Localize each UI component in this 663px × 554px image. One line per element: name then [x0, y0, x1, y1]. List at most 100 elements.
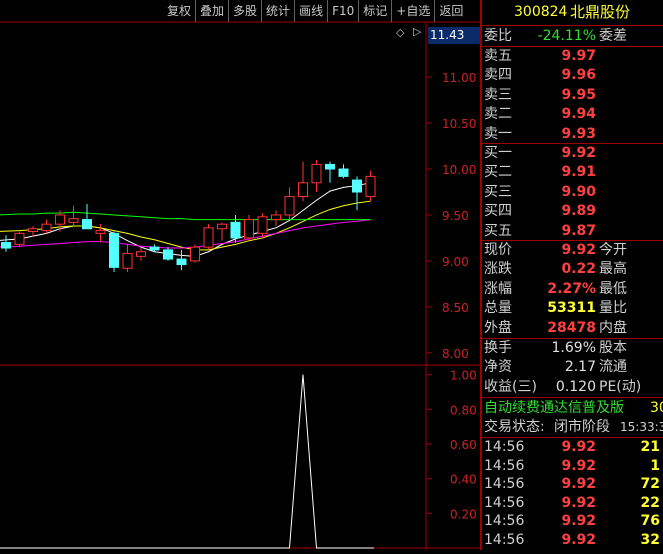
- info-row: 换手 1.69% 股本: [482, 339, 663, 358]
- book-row[interactable]: 卖四 9.96: [482, 66, 663, 85]
- info-label-2: 股本: [599, 340, 627, 356]
- candle-body: [109, 232, 119, 268]
- toolbar-button-7[interactable]: +自选: [392, 0, 436, 22]
- toolbar-button-3[interactable]: 统计: [262, 0, 296, 22]
- book-label: 卖三: [484, 86, 512, 103]
- ticker-number: 30: [650, 400, 663, 416]
- trade-status-time: 15:33:3: [620, 420, 663, 434]
- book-row[interactable]: 买二 9.91: [482, 163, 663, 182]
- tick-price: 9.92: [561, 513, 596, 529]
- weibi-value: -24.11%: [537, 28, 596, 44]
- stat-row: 涨幅 2.27% 最低: [482, 280, 663, 299]
- tick-volume: 1: [650, 457, 660, 474]
- weicha-label: 委差: [599, 28, 627, 44]
- book-row[interactable]: 卖三 9.95: [482, 86, 663, 105]
- candle-body: [41, 223, 52, 232]
- current-price-tag: 11.43: [428, 27, 480, 44]
- book-price: 9.92: [561, 145, 596, 161]
- info-row: 净资 2.17 流通: [482, 358, 663, 377]
- candle-body: [28, 228, 38, 233]
- toolbar-button-8[interactable]: 返回: [435, 0, 467, 22]
- tick-row[interactable]: 14:56 9.92 32: [482, 531, 663, 550]
- stock-header: 300824 北鼎股份: [482, 3, 663, 23]
- candle-body: [149, 246, 160, 251]
- info-value: 1.69%: [551, 340, 596, 356]
- diamond-icon[interactable]: ◇: [396, 26, 404, 39]
- stat-value: 9.92: [561, 242, 596, 258]
- book-price: 9.93: [561, 125, 596, 142]
- info-label-2: PE(动): [599, 378, 642, 395]
- tick-row[interactable]: 14:56 9.92 1: [482, 457, 663, 476]
- book-row[interactable]: 买五 9.87: [482, 222, 663, 241]
- chevron-right-icon[interactable]: ▷: [413, 25, 421, 38]
- stat-label-2: 最高: [599, 261, 627, 278]
- stat-label-2: 今开: [599, 242, 627, 258]
- kline-chart[interactable]: 11.00 10.50 10.00 9.50 9.00 8.50 8.00 1.00 0.80 0…: [0, 0, 480, 550]
- toolbar-button-4[interactable]: 画线: [295, 0, 329, 22]
- price-tick-label: 9.50: [442, 209, 469, 223]
- candle-body: [352, 179, 362, 193]
- tick-row[interactable]: 14:56 9.92 22: [482, 494, 663, 513]
- toolbar-button-0[interactable]: 复权: [163, 0, 197, 22]
- info-row: 收益(三) 0.120 PE(动): [482, 378, 663, 397]
- book-label: 卖二: [484, 106, 512, 123]
- tick-row[interactable]: 14:56 9.92 72: [482, 475, 663, 494]
- stock-code: 300824: [514, 4, 568, 20]
- stat-label: 涨幅: [484, 280, 512, 297]
- tick-price: 9.92: [561, 494, 596, 511]
- book-row[interactable]: 卖五 9.97: [482, 47, 663, 66]
- stat-label: 涨跌: [484, 261, 512, 278]
- book-price: 9.96: [561, 67, 596, 84]
- candle-body: [55, 214, 65, 225]
- stat-label-2: 最低: [599, 280, 627, 297]
- stat-row: 总量 53311 量比: [482, 299, 663, 318]
- tick-time: 14:56: [484, 531, 525, 548]
- book-row[interactable]: 买一 9.92: [482, 144, 663, 163]
- tick-time: 14:56: [484, 457, 525, 474]
- book-price: 9.89: [561, 203, 596, 220]
- stat-label-2: 内盘: [599, 319, 627, 336]
- toolbar-button-6[interactable]: 标记: [359, 0, 393, 22]
- stat-row: 现价 9.92 今开: [482, 241, 663, 260]
- book-row[interactable]: 买三 9.90: [482, 183, 663, 202]
- info-value: 0.120: [555, 378, 596, 395]
- toolbar-button-1[interactable]: 叠加: [196, 0, 230, 22]
- tick-volume: 21: [640, 439, 660, 455]
- candle-body: [1, 242, 11, 249]
- toolbar-button-2[interactable]: 多股: [229, 0, 263, 22]
- candle-body: [311, 163, 322, 184]
- book-price: 9.97: [561, 48, 596, 64]
- tick-row[interactable]: 14:56 9.92 76: [482, 512, 663, 531]
- price-tick-label: 11.00: [442, 71, 476, 85]
- price-tick-label: 9.00: [442, 255, 469, 269]
- candle-body: [122, 253, 133, 269]
- trade-status-value: 闭市阶段: [554, 419, 610, 435]
- book-label: 买五: [484, 222, 512, 239]
- candle-body: [257, 216, 268, 234]
- candle-body: [136, 251, 146, 257]
- info-value: 2.17: [564, 359, 596, 376]
- book-row[interactable]: 卖一 9.93: [482, 125, 663, 144]
- weibi-label: 委比: [484, 28, 512, 44]
- chart-canvas[interactable]: 11.00 10.50 10.00 9.50 9.00 8.50 8.00 1.00 0.80 0…: [0, 0, 480, 550]
- candle-body: [271, 214, 281, 221]
- tick-row[interactable]: 14:56 9.92 21: [482, 438, 663, 457]
- candle-body: [190, 246, 200, 262]
- book-label: 卖四: [484, 67, 512, 84]
- book-label: 卖一: [484, 125, 512, 142]
- book-label: 买一: [484, 145, 512, 161]
- toolbar-button-5[interactable]: F10: [328, 0, 360, 22]
- candle-body: [176, 258, 187, 266]
- book-price: 9.87: [561, 222, 596, 239]
- book-row[interactable]: 卖二 9.94: [482, 105, 663, 124]
- price-tick-label: 10.00: [442, 163, 476, 177]
- indicator-tick-label: 0.60: [450, 438, 477, 452]
- book-price: 9.94: [561, 106, 596, 123]
- ticker-row[interactable]: 自动续费通达信普及版 30: [482, 399, 663, 418]
- book-price: 9.95: [561, 86, 596, 103]
- ticker-text[interactable]: 自动续费通达信普及版: [484, 399, 624, 418]
- book-row[interactable]: 买四 9.89: [482, 202, 663, 221]
- stock-name: 北鼎股份: [570, 3, 631, 21]
- stat-value: 53311: [547, 300, 596, 317]
- candle-body: [163, 249, 173, 260]
